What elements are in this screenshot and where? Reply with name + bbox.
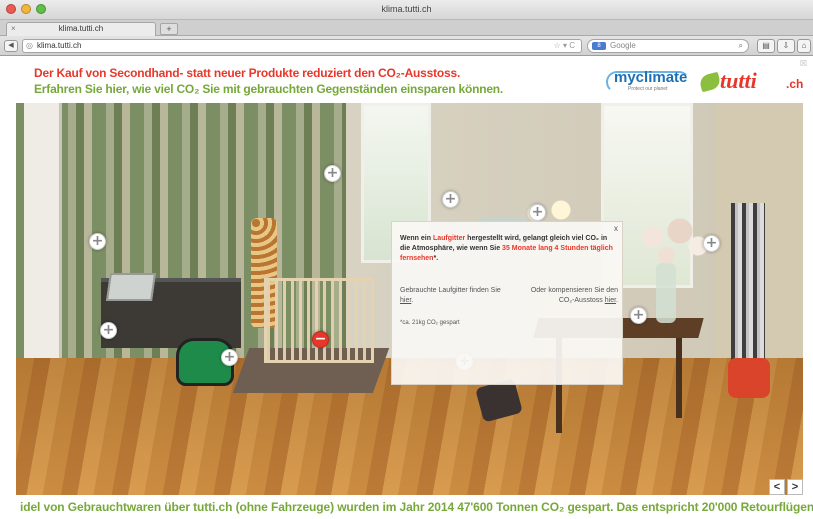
myclimate-tagline: Protect our planet (628, 86, 668, 92)
minus-icon: − (314, 331, 327, 347)
panorama-room-scene[interactable]: + + + − + + + + + + x Wenn ein Laufgitte… (16, 103, 803, 495)
search-input[interactable]: 8 Google ⌕ (587, 39, 749, 53)
popup-text-part1: Wenn ein (400, 235, 433, 242)
popup-footnote: *ca. 21kg CO₂ gespart (400, 320, 460, 326)
popup-find-used: Gebrauchte Laufgitter finden Sie hier. (400, 286, 504, 305)
popup-close-button[interactable]: x (614, 224, 618, 233)
plus-icon: + (223, 349, 236, 365)
plus-icon: + (632, 307, 645, 323)
page-content: Der Kauf von Secondhand- statt neuer Pro… (0, 57, 813, 519)
window-title: klima.tutti.ch (381, 4, 432, 14)
compensate-link[interactable]: hier (605, 297, 616, 304)
plus-icon: + (531, 204, 544, 220)
globe-icon: ◎ (26, 41, 33, 50)
hotspot-rug[interactable]: + (221, 349, 238, 366)
tutti-leaf-icon (698, 71, 722, 93)
popup-find-used-end: . (411, 296, 414, 304)
next-arrow-button[interactable]: > (787, 479, 803, 495)
popup-compensate: Oder kompensieren Sie den CO₂-Ausstoss h… (514, 286, 618, 305)
plus-icon: + (102, 322, 115, 338)
popup-text: Wenn ein Laufgitter hergestellt wird, ge… (400, 234, 614, 264)
plus-icon: + (326, 165, 339, 181)
hotspot-playpen[interactable]: − (312, 331, 329, 348)
myclimate-logo-text: myclimate (614, 69, 688, 86)
hotspot-lamp[interactable]: + (324, 165, 341, 182)
search-placeholder: Google (610, 41, 636, 50)
skis-image (731, 203, 765, 378)
hotspot-chandelier[interactable]: + (529, 204, 546, 221)
home-button[interactable]: ⌂ (797, 39, 811, 53)
plus-icon: + (444, 191, 457, 207)
tab-label: klima.tutti.ch (58, 24, 104, 33)
playpen-image (264, 278, 374, 363)
headline-learn-more: Erfahren Sie hier, wie viel CO₂ Sie mit … (34, 82, 504, 96)
search-icon[interactable]: ⌕ (739, 40, 743, 52)
hotspot-laptop[interactable]: + (89, 233, 106, 250)
myclimate-logo[interactable]: myclimate Protect our planet (606, 69, 690, 95)
table-leg (676, 338, 682, 418)
hotspot-table[interactable]: + (630, 307, 647, 324)
tutti-logo-suffix: .ch (786, 77, 804, 91)
title-bar: klima.tutti.ch (0, 0, 813, 20)
popup-find-used-text: Gebrauchte Laufgitter finden Sie (400, 287, 501, 294)
popup-text-part3: *. (433, 255, 439, 262)
close-tab-icon[interactable]: × (11, 23, 16, 35)
prev-arrow-button[interactable]: < (769, 479, 785, 495)
tutti-logo-text: tutti (720, 68, 757, 93)
hotspot-fridge[interactable]: + (442, 191, 459, 208)
plus-icon: + (91, 233, 104, 249)
back-button[interactable]: ◀ (4, 40, 18, 52)
close-banner-icon[interactable]: ☒ (800, 59, 807, 68)
browser-window: klima.tutti.ch × klima.tutti.ch + ◀ ◎ kl… (0, 0, 813, 519)
news-ticker: idel von Gebrauchtwaren über tutti.ch (o… (0, 495, 813, 519)
ticker-text: idel von Gebrauchtwaren über tutti.ch (o… (20, 500, 813, 514)
page-header: Der Kauf von Secondhand- statt neuer Pro… (0, 57, 813, 103)
headline-co2-reduction: Der Kauf von Secondhand- statt neuer Pro… (34, 66, 461, 80)
navigation-bar: ◀ ◎ klima.tutti.ch ☆ ▾ C 8 Google ⌕ ▤ ⇩ … (0, 36, 813, 56)
popup-compensate-end: . (616, 296, 618, 304)
hotspot-skis[interactable]: + (703, 235, 720, 252)
reload-icon[interactable]: ☆ ▾ C (554, 40, 575, 52)
info-popup: x Wenn ein Laufgitter hergestellt wird, … (391, 221, 623, 385)
hotspot-baby-seat[interactable]: + (100, 322, 117, 339)
tab-klima[interactable]: × klima.tutti.ch (6, 22, 156, 36)
laptop-image (106, 273, 156, 301)
tab-bar: × klima.tutti.ch + (0, 20, 813, 36)
tutti-logo[interactable]: tutti .ch (698, 68, 804, 96)
page-menu-button[interactable]: ▤ (757, 39, 775, 53)
plus-icon: + (705, 235, 718, 251)
ski-boots-image (728, 358, 770, 398)
new-tab-button[interactable]: + (160, 23, 178, 35)
url-text: klima.tutti.ch (37, 41, 82, 50)
popup-item-name: Laufgitter (432, 235, 466, 242)
address-bar[interactable]: ◎ klima.tutti.ch ☆ ▾ C (22, 39, 582, 53)
find-used-link[interactable]: hier (400, 297, 411, 304)
download-button[interactable]: ⇩ (777, 39, 795, 53)
search-engine-badge[interactable]: 8 (592, 42, 606, 50)
